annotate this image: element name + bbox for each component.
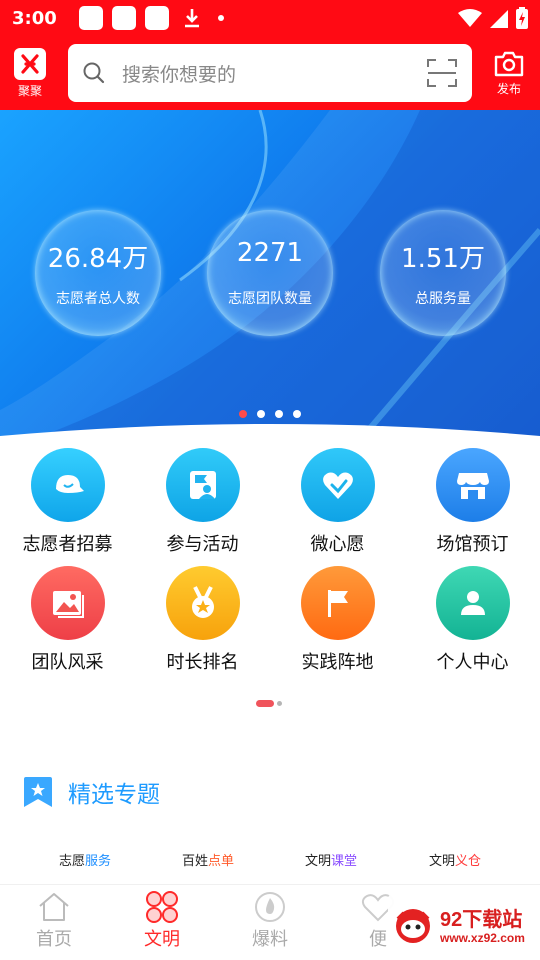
more-notifications-dot-icon (217, 15, 224, 21)
section-title: 精选专题 (68, 782, 160, 808)
heart-hand-icon (300, 448, 375, 522)
watermark-title: 92下载站 (440, 909, 523, 931)
stat-teams-bubble: 2271 志愿团队数量 (207, 210, 333, 336)
card-highlight: 服务 (85, 854, 112, 869)
card-highlight: 义仓 (455, 854, 482, 869)
activity-flag-icon (165, 448, 240, 522)
grid-label: 团队风采 (31, 652, 104, 673)
status-time: 3:00 (12, 7, 57, 29)
banner-curve-divider (0, 424, 540, 442)
clover-icon (146, 891, 178, 923)
search-icon (83, 62, 105, 84)
stat-label: 志愿者总人数 (56, 291, 140, 307)
grid-label: 实践阵地 (301, 652, 374, 673)
flag-icon (300, 566, 375, 640)
nav-tab-civilization[interactable]: 文明 (108, 885, 216, 960)
notification-app-icon (78, 6, 103, 30)
notification-app-icon (111, 6, 136, 30)
grid-label: 场馆预订 (436, 534, 509, 555)
app-logo-button[interactable]: 聚聚 (10, 44, 50, 102)
card-prefix: 文明 (304, 854, 331, 869)
grid-item-practice-base[interactable]: 实践阵地 (270, 564, 405, 674)
scan-icon[interactable] (426, 57, 458, 89)
stat-label: 总服务量 (415, 291, 471, 307)
app-logo-icon (14, 48, 46, 80)
grid-item-team-showcase[interactable]: 团队风采 (0, 564, 135, 674)
person-icon (435, 566, 510, 640)
grid-item-venue-booking[interactable]: 场馆预订 (405, 446, 540, 556)
watermark-url: www.xz92.com (440, 931, 525, 945)
search-placeholder: 搜索你想要的 (122, 63, 237, 86)
carousel-indicator (0, 410, 540, 418)
grid-item-volunteer-recruit[interactable]: 志愿者招募 (0, 446, 135, 556)
camera-icon (494, 51, 524, 77)
home-icon (39, 893, 69, 921)
grid-label: 时长排名 (166, 652, 239, 673)
photo-icon (30, 566, 105, 640)
medal-icon (165, 566, 240, 640)
banner-carousel[interactable]: 26.84万 志愿者总人数 2271 志愿团队数量 1.51万 总服务量 (0, 110, 540, 440)
nav-label: 首页 (36, 929, 72, 950)
grid-label: 微心愿 (310, 534, 365, 555)
grid-item-duration-ranking[interactable]: 时长排名 (135, 564, 270, 674)
grid-label: 志愿者招募 (22, 534, 113, 555)
stat-value: 2271 (236, 238, 304, 268)
carousel-dot[interactable] (275, 410, 283, 418)
publish-button[interactable]: 发布 (488, 44, 530, 102)
stat-label: 志愿团队数量 (228, 291, 312, 307)
grid-item-micro-wish[interactable]: 微心愿 (270, 446, 405, 556)
stat-volunteers-bubble: 26.84万 志愿者总人数 (35, 210, 161, 336)
app-logo-label: 聚聚 (17, 84, 42, 98)
nav-label: 文明 (144, 929, 180, 950)
watermark-logo: 92下载站 www.xz92.com (388, 893, 538, 957)
page-indicator-inactive (277, 701, 282, 706)
battery-icon (516, 7, 528, 29)
grid-label: 个人中心 (436, 652, 509, 673)
featured-topics-header: 精选专题 (24, 775, 160, 809)
fire-icon (255, 892, 285, 922)
carousel-dot[interactable] (293, 410, 301, 418)
carousel-dot[interactable] (257, 410, 265, 418)
card-prefix: 百姓 (181, 854, 208, 869)
cap-icon (30, 448, 105, 522)
grid-label: 参与活动 (166, 534, 239, 555)
wifi-icon (458, 9, 482, 27)
publish-label: 发布 (496, 82, 521, 96)
card-prefix: 文明 (428, 854, 455, 869)
stat-service-bubble: 1.51万 总服务量 (380, 210, 506, 336)
nav-label: 爆料 (252, 929, 288, 950)
store-icon (435, 448, 510, 522)
nav-tab-report[interactable]: 爆料 (216, 885, 324, 960)
notification-app-icon (144, 6, 169, 30)
stat-value: 26.84万 (47, 244, 149, 274)
watermark-mascot-icon (396, 909, 430, 943)
page-indicator-active (256, 700, 274, 707)
star-bookmark-icon (24, 777, 52, 807)
stat-value: 1.51万 (401, 244, 485, 274)
card-highlight: 课堂 (331, 854, 358, 869)
card-highlight: 点单 (208, 854, 235, 869)
carousel-dot-active[interactable] (239, 410, 247, 418)
card-prefix: 志愿 (58, 854, 85, 869)
signal-icon (490, 10, 508, 28)
app-header: 聚聚 搜索你想要的 发布 (0, 36, 540, 110)
status-bar: 3:00 (0, 0, 540, 36)
search-input[interactable]: 搜索你想要的 (68, 44, 472, 102)
download-icon (184, 9, 199, 28)
grid-page-indicator (256, 700, 282, 707)
grid-item-personal-center[interactable]: 个人中心 (405, 564, 540, 674)
nav-tab-home[interactable]: 首页 (0, 885, 108, 960)
grid-item-join-activity[interactable]: 参与活动 (135, 446, 270, 556)
